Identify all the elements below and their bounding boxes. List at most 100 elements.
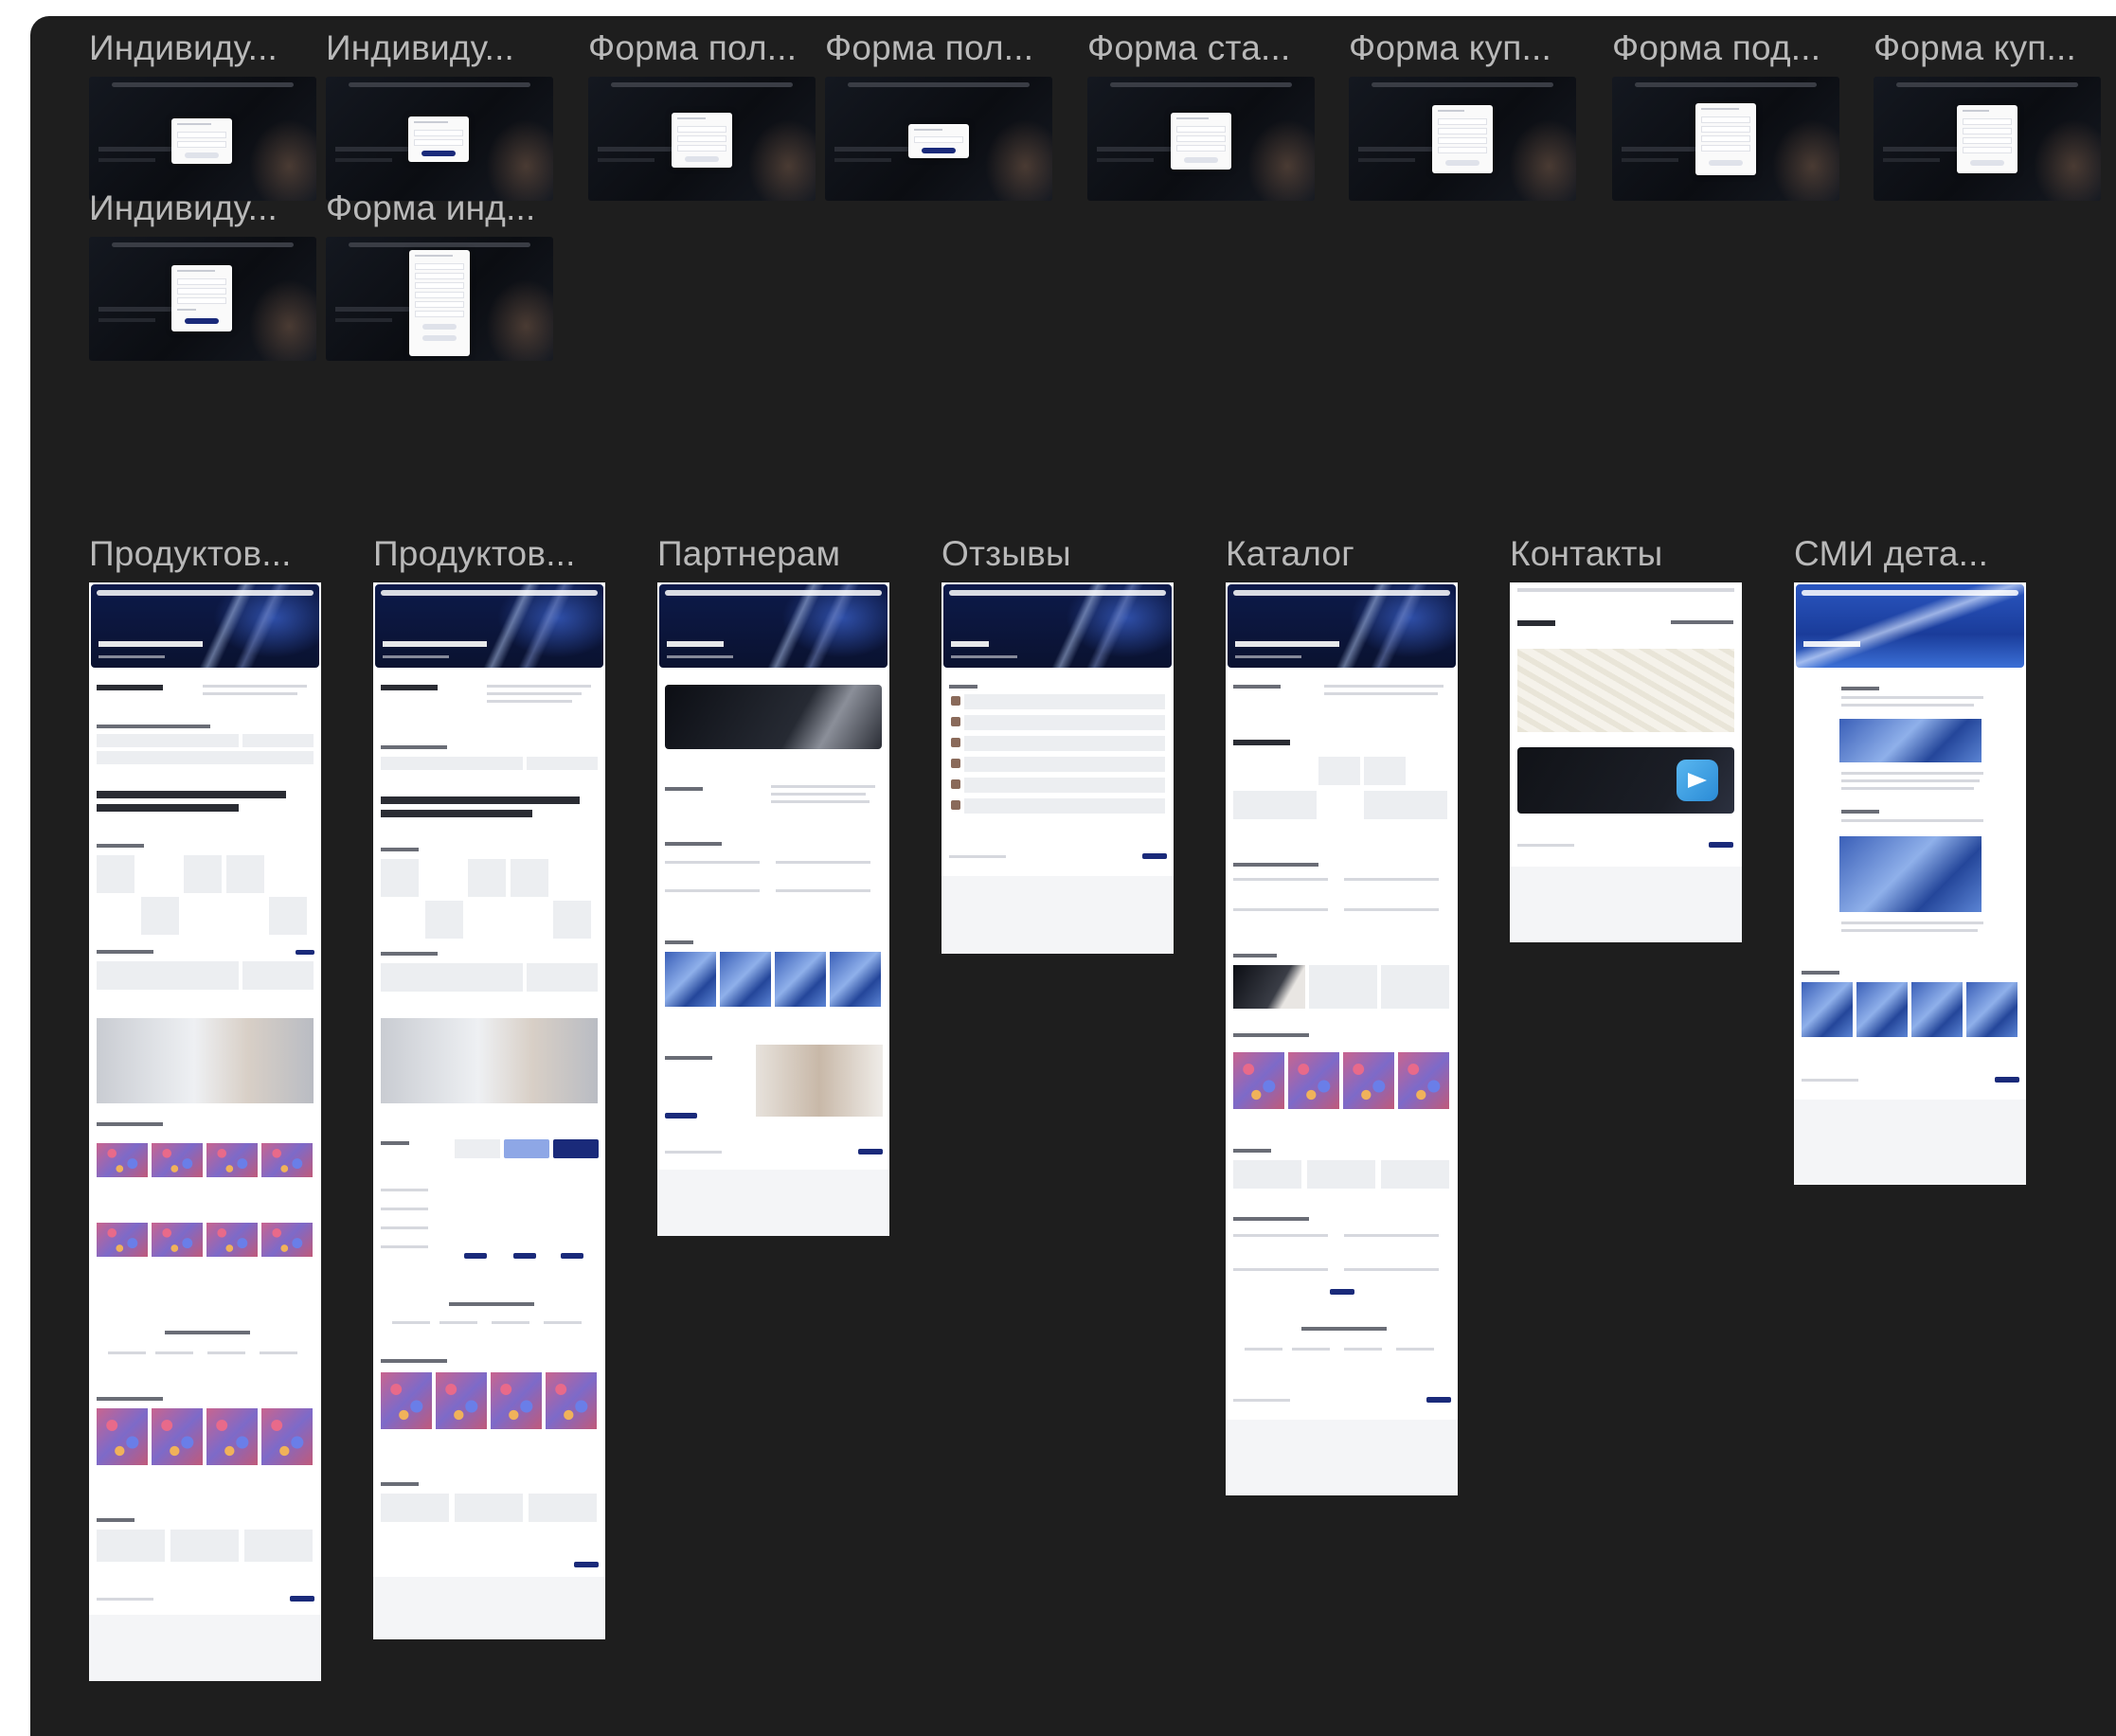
modal-dialog xyxy=(1171,113,1231,170)
frame-title[interactable]: Контакты xyxy=(1510,533,1737,575)
text-line xyxy=(1344,1268,1439,1271)
avatar xyxy=(951,779,960,789)
content-card xyxy=(964,715,1165,730)
form-field xyxy=(1701,126,1750,133)
frame-thumbnail[interactable] xyxy=(1087,77,1315,201)
frame-title[interactable]: Продуктов... xyxy=(373,533,601,575)
frame-title[interactable]: Продуктов... xyxy=(89,533,316,575)
form-button xyxy=(422,324,457,330)
frame-thumbnail[interactable] xyxy=(1874,77,2101,201)
frame-title[interactable]: Индивиду... xyxy=(326,27,534,69)
placeholder-block xyxy=(335,158,392,162)
avatar xyxy=(951,717,960,726)
nav-bar xyxy=(349,82,530,87)
frame-thumbnail[interactable] xyxy=(588,77,816,201)
cta-button xyxy=(1142,853,1167,859)
footer xyxy=(1794,1100,2026,1185)
text-line xyxy=(97,1518,134,1522)
footer xyxy=(1226,1420,1458,1495)
frame-thumbnail[interactable] xyxy=(89,237,316,361)
frame-thumbnail[interactable] xyxy=(1510,582,1742,942)
text-line xyxy=(108,1351,146,1354)
figma-canvas[interactable]: Индивиду... Индивиду... Форма пол... Фор… xyxy=(30,16,2116,1736)
content-card xyxy=(269,897,307,935)
frame-title[interactable]: Индивиду... xyxy=(89,27,297,69)
frame-thumbnail[interactable] xyxy=(1226,582,1458,1495)
form-field xyxy=(177,278,226,285)
footer xyxy=(657,1170,889,1236)
frame-title[interactable]: СМИ дета... xyxy=(1794,533,2021,575)
frame-title[interactable]: Отзывы xyxy=(941,533,1169,575)
nav-bar xyxy=(97,590,314,596)
telegram-card[interactable] xyxy=(1517,747,1734,814)
text-line xyxy=(381,1189,428,1191)
placeholder-block xyxy=(1883,158,1940,162)
text-line xyxy=(392,1321,430,1324)
text-line xyxy=(1841,929,1978,932)
content-card xyxy=(529,1494,597,1522)
frame-thumbnail[interactable] xyxy=(1349,77,1576,201)
frame-title[interactable]: Партнерам xyxy=(657,533,885,575)
frame-title[interactable]: Форма пол... xyxy=(588,27,816,69)
hero-banner xyxy=(1228,584,1456,668)
text-line xyxy=(771,793,866,796)
frame-thumbnail[interactable] xyxy=(326,77,553,201)
cta-button xyxy=(574,1562,599,1567)
modal-dialog xyxy=(1695,103,1756,175)
frame-thumbnail[interactable] xyxy=(1794,582,2026,1185)
form-field xyxy=(1438,118,1487,125)
cta-button xyxy=(1426,1397,1451,1403)
text-line xyxy=(203,692,297,695)
nav-bar xyxy=(1635,82,1817,87)
text-line xyxy=(381,810,532,817)
frame-title[interactable]: Форма ста... xyxy=(1087,27,1315,69)
frame-title[interactable]: Форма под... xyxy=(1612,27,1839,69)
frame-thumbnail[interactable] xyxy=(657,582,889,1236)
hero-text xyxy=(667,641,724,647)
text-line xyxy=(1841,696,1983,699)
nav-bar xyxy=(1802,590,2018,596)
content-card xyxy=(511,859,548,897)
text-line xyxy=(677,117,706,119)
frame-title[interactable]: Форма куп... xyxy=(1349,27,1576,69)
content-card xyxy=(425,901,463,939)
bg-text xyxy=(99,147,174,152)
nav-bar xyxy=(349,242,530,247)
frame-title[interactable]: Форма пол... xyxy=(825,27,1052,69)
text-line xyxy=(1233,1217,1309,1221)
thumbnail-image xyxy=(152,1408,203,1465)
text-line xyxy=(665,842,722,846)
frame-title[interactable]: Форма куп... xyxy=(1874,27,2101,69)
text-line xyxy=(439,1321,477,1324)
avatar xyxy=(951,759,960,768)
frame-thumbnail[interactable] xyxy=(373,582,605,1639)
frame-thumbnail[interactable] xyxy=(326,237,553,361)
thumbnail-image xyxy=(1233,965,1305,1009)
form-field xyxy=(677,126,726,133)
text-line xyxy=(97,685,163,690)
modal-dialog xyxy=(1957,105,2017,173)
frame-title[interactable]: Индивиду... xyxy=(89,188,297,229)
text-line xyxy=(1438,110,1464,112)
text-line xyxy=(1841,772,1983,775)
text-line xyxy=(1841,810,1879,814)
frame-title[interactable]: Форма инд... xyxy=(326,188,534,229)
frame-thumbnail[interactable] xyxy=(1612,77,1839,201)
text-line xyxy=(1841,922,1983,924)
form-field xyxy=(1963,128,2012,134)
placeholder-block xyxy=(598,158,655,162)
frame-thumbnail[interactable] xyxy=(825,77,1052,201)
map[interactable] xyxy=(1517,649,1734,732)
thumbnail-image xyxy=(261,1143,313,1177)
form-field xyxy=(1963,118,2012,125)
cta-button xyxy=(1995,1077,2019,1083)
hero-text xyxy=(383,655,449,658)
content-card xyxy=(170,1530,239,1562)
frame-thumbnail[interactable] xyxy=(941,582,1174,954)
frame-title[interactable]: Каталог xyxy=(1226,533,1453,575)
frame-thumbnail[interactable] xyxy=(89,77,316,201)
nav-bar xyxy=(611,82,793,87)
content-card xyxy=(226,855,264,893)
nav-bar xyxy=(1110,82,1292,87)
frame-thumbnail[interactable] xyxy=(89,582,321,1681)
